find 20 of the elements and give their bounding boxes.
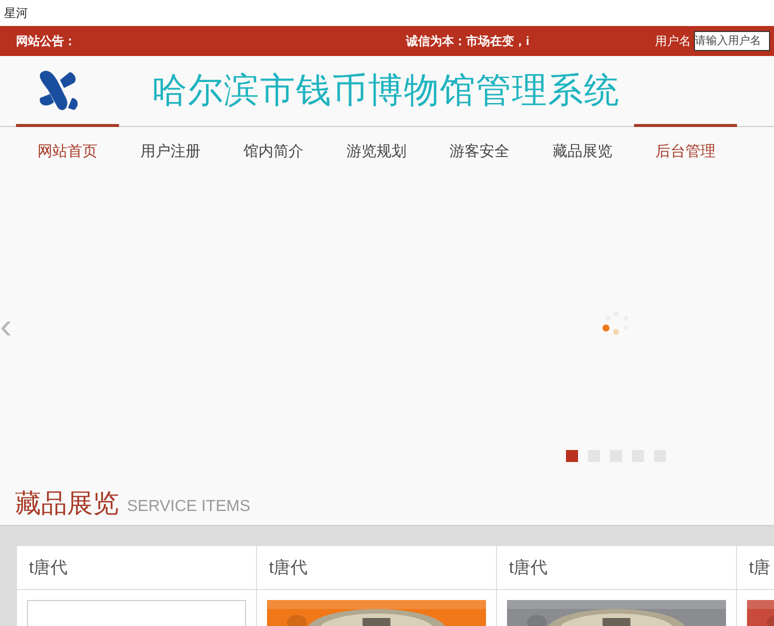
nav-link[interactable]: 网站首页 [16, 124, 119, 178]
nav-link[interactable]: 馆内简介 [222, 124, 325, 178]
notice-label: 网站公告： [16, 33, 77, 50]
nav-link[interactable]: 后台管理 [634, 124, 737, 178]
site-title: 哈尔滨市钱币博物馆管理系统 [152, 70, 620, 112]
card-title: t唐代 [269, 556, 308, 579]
section-title: 藏品展览 [15, 490, 119, 516]
nav-link[interactable]: 藏品展览 [531, 124, 634, 178]
card-title: t唐代 [509, 556, 548, 579]
nav-link[interactable]: 用户注册 [119, 124, 222, 178]
slide-indicator[interactable] [566, 450, 578, 462]
notice-message: 诚信为本：市场在变，i [406, 33, 530, 50]
nav-link[interactable]: 游览规划 [325, 124, 428, 178]
browser-title: 星河 [4, 5, 28, 22]
card-title: t唐 [749, 556, 771, 579]
username-label: 用户名 [655, 33, 691, 50]
card-title: t唐代 [29, 556, 68, 579]
section-subtitle: SERVICE ITEMS [127, 499, 250, 515]
username-field[interactable]: 请输入用户名 [694, 31, 770, 51]
nav-link[interactable]: 游客安全 [428, 124, 531, 178]
